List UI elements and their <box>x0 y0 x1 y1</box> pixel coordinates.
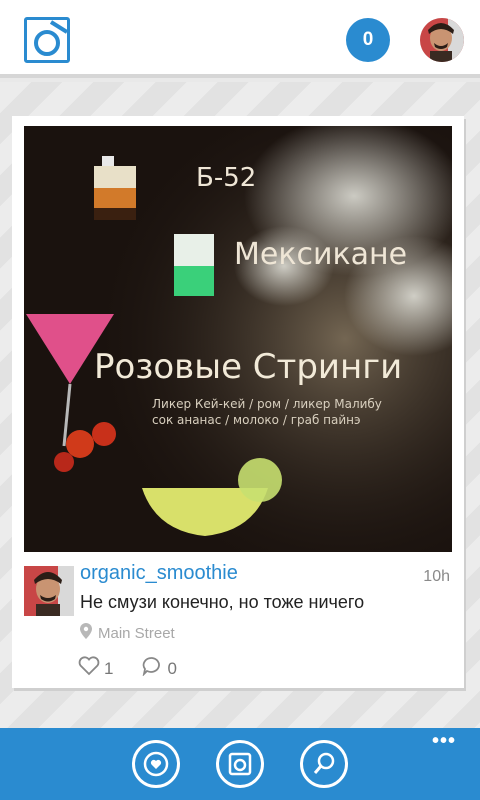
heart-icon <box>78 656 100 681</box>
post-time: 10h <box>423 568 450 585</box>
menu-text-mexicana: Мексикане <box>234 237 407 272</box>
search-icon <box>313 752 335 774</box>
feed-heart-button[interactable] <box>132 740 180 788</box>
app-bar: ••• <box>0 728 480 800</box>
search-button[interactable] <box>300 740 348 788</box>
location-pin-icon <box>80 623 92 643</box>
camera-button[interactable] <box>216 740 264 788</box>
like-count: 1 <box>104 658 114 678</box>
like-button[interactable]: 1 <box>78 656 113 681</box>
post-username[interactable]: organic_smoothie <box>80 562 238 585</box>
camera-logo-icon[interactable] <box>24 17 70 63</box>
feed-heart-icon <box>143 751 169 777</box>
comment-icon <box>141 656 163 681</box>
post-author-avatar[interactable] <box>24 566 74 616</box>
menu-text-ingredients-1: Ликер Кей-кей / ром / ликер Малибу <box>152 397 382 411</box>
menu-text-b52: Б-52 <box>196 163 256 193</box>
post-location[interactable]: Main Street <box>80 623 175 643</box>
location-label: Main Street <box>98 624 175 642</box>
camera-icon <box>228 752 252 776</box>
menu-text-ingredients-2: сок ананас / молоко / граб пайнэ <box>152 413 361 427</box>
more-menu-button[interactable]: ••• <box>432 730 456 753</box>
user-avatar-icon[interactable] <box>420 18 464 62</box>
notification-badge[interactable]: 0 <box>346 18 390 62</box>
comment-button[interactable]: 0 <box>141 656 177 681</box>
menu-text-title: Розовые Стринги <box>94 347 402 387</box>
comment-count: 0 <box>167 658 177 678</box>
header-bar: 0 <box>0 0 480 78</box>
post-card: Б-52 Мексикане Розовые Стринги Ликер Кей… <box>12 116 464 688</box>
post-photo[interactable]: Б-52 Мексикане Розовые Стринги Ликер Кей… <box>24 126 452 552</box>
post-caption: Не смузи конечно, но тоже ничего <box>80 592 365 612</box>
post-stats: 1 0 <box>78 656 205 681</box>
